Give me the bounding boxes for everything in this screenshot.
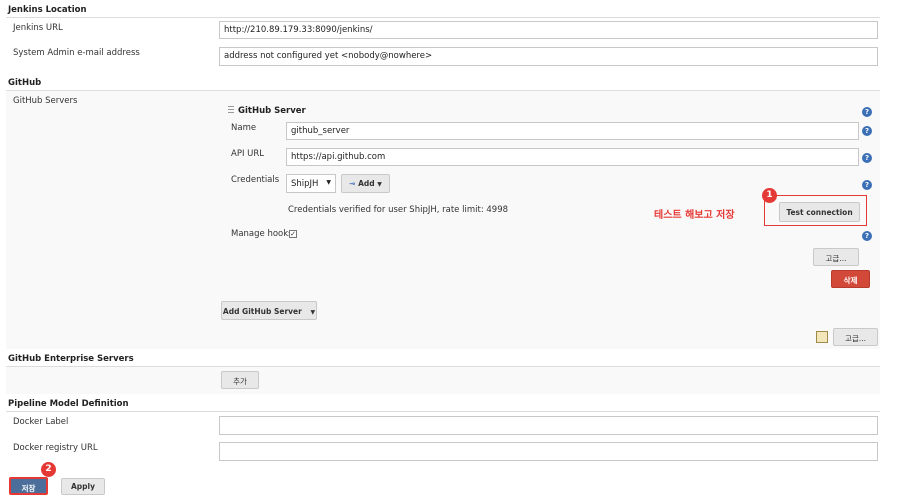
github-server-header: GitHub Server: [238, 106, 306, 116]
name-label: Name: [231, 123, 257, 133]
docker-registry-label: Docker registry URL: [13, 443, 98, 453]
notepad-icon: [816, 331, 828, 343]
github-section-title: GitHub: [8, 78, 42, 88]
save-button[interactable]: 저장: [9, 477, 48, 495]
add-github-server-button[interactable]: Add GitHub Server ▼: [221, 301, 317, 320]
annotation-text: 테스트 해보고 저장: [654, 210, 735, 221]
delete-server-button[interactable]: 삭제: [831, 270, 870, 288]
add-github-server-label: Add GitHub Server: [222, 307, 302, 316]
docker-registry-input[interactable]: [219, 442, 878, 461]
chevron-down-icon: ▼: [326, 179, 331, 186]
docker-label-input[interactable]: [219, 416, 878, 435]
github-enterprise-title: GitHub Enterprise Servers: [8, 354, 134, 364]
step-badge-1: 1: [762, 188, 777, 203]
admin-email-label: System Admin e-mail address: [13, 48, 140, 58]
manage-hooks-checkbox[interactable]: ✓: [289, 230, 297, 238]
credentials-select[interactable]: ShipJH ▼: [286, 174, 336, 193]
help-icon[interactable]: ?: [862, 107, 872, 117]
credentials-verified-text: Credentials verified for user ShipJH, ra…: [288, 205, 509, 215]
drag-handle-icon[interactable]: [228, 106, 234, 115]
docker-label-label: Docker Label: [13, 417, 69, 427]
server-advanced-button[interactable]: 고급...: [813, 248, 859, 266]
step-badge-2: 2: [41, 462, 56, 477]
chevron-down-icon: ▼: [377, 181, 382, 188]
key-icon: ⊸: [349, 179, 356, 188]
admin-email-input[interactable]: address not configured yet <nobody@nowhe…: [219, 47, 878, 66]
help-icon[interactable]: ?: [862, 180, 872, 190]
help-icon[interactable]: ?: [862, 153, 872, 163]
github-servers-label: GitHub Servers: [13, 96, 78, 106]
manage-hooks-label: Manage hooks: [231, 229, 293, 239]
github-advanced-button[interactable]: 고급...: [833, 328, 878, 346]
credentials-selected-value: ShipJH: [291, 179, 319, 189]
jenkins-url-label: Jenkins URL: [13, 23, 63, 33]
add-credentials-button[interactable]: ⊸ Add ▼: [341, 174, 390, 193]
section-divider: [6, 411, 880, 412]
apply-button[interactable]: Apply: [61, 478, 105, 495]
jenkins-location-title: Jenkins Location: [8, 5, 87, 15]
section-divider: [6, 17, 880, 18]
jenkins-url-input[interactable]: http://210.89.179.33:8090/jenkins/: [219, 21, 878, 39]
chevron-down-icon: ▼: [310, 309, 316, 316]
github-enterprise-area: [6, 367, 880, 394]
add-enterprise-button[interactable]: 추가: [221, 371, 259, 389]
pipeline-title: Pipeline Model Definition: [8, 399, 129, 409]
help-icon[interactable]: ?: [862, 126, 872, 136]
credentials-label: Credentials: [231, 175, 280, 185]
help-icon[interactable]: ?: [862, 231, 872, 241]
server-name-input[interactable]: github_server: [286, 122, 859, 140]
api-url-input[interactable]: https://api.github.com: [286, 148, 859, 166]
api-url-label: API URL: [231, 149, 265, 159]
test-connection-button[interactable]: Test connection: [779, 202, 860, 222]
add-credentials-label: Add: [358, 179, 375, 188]
